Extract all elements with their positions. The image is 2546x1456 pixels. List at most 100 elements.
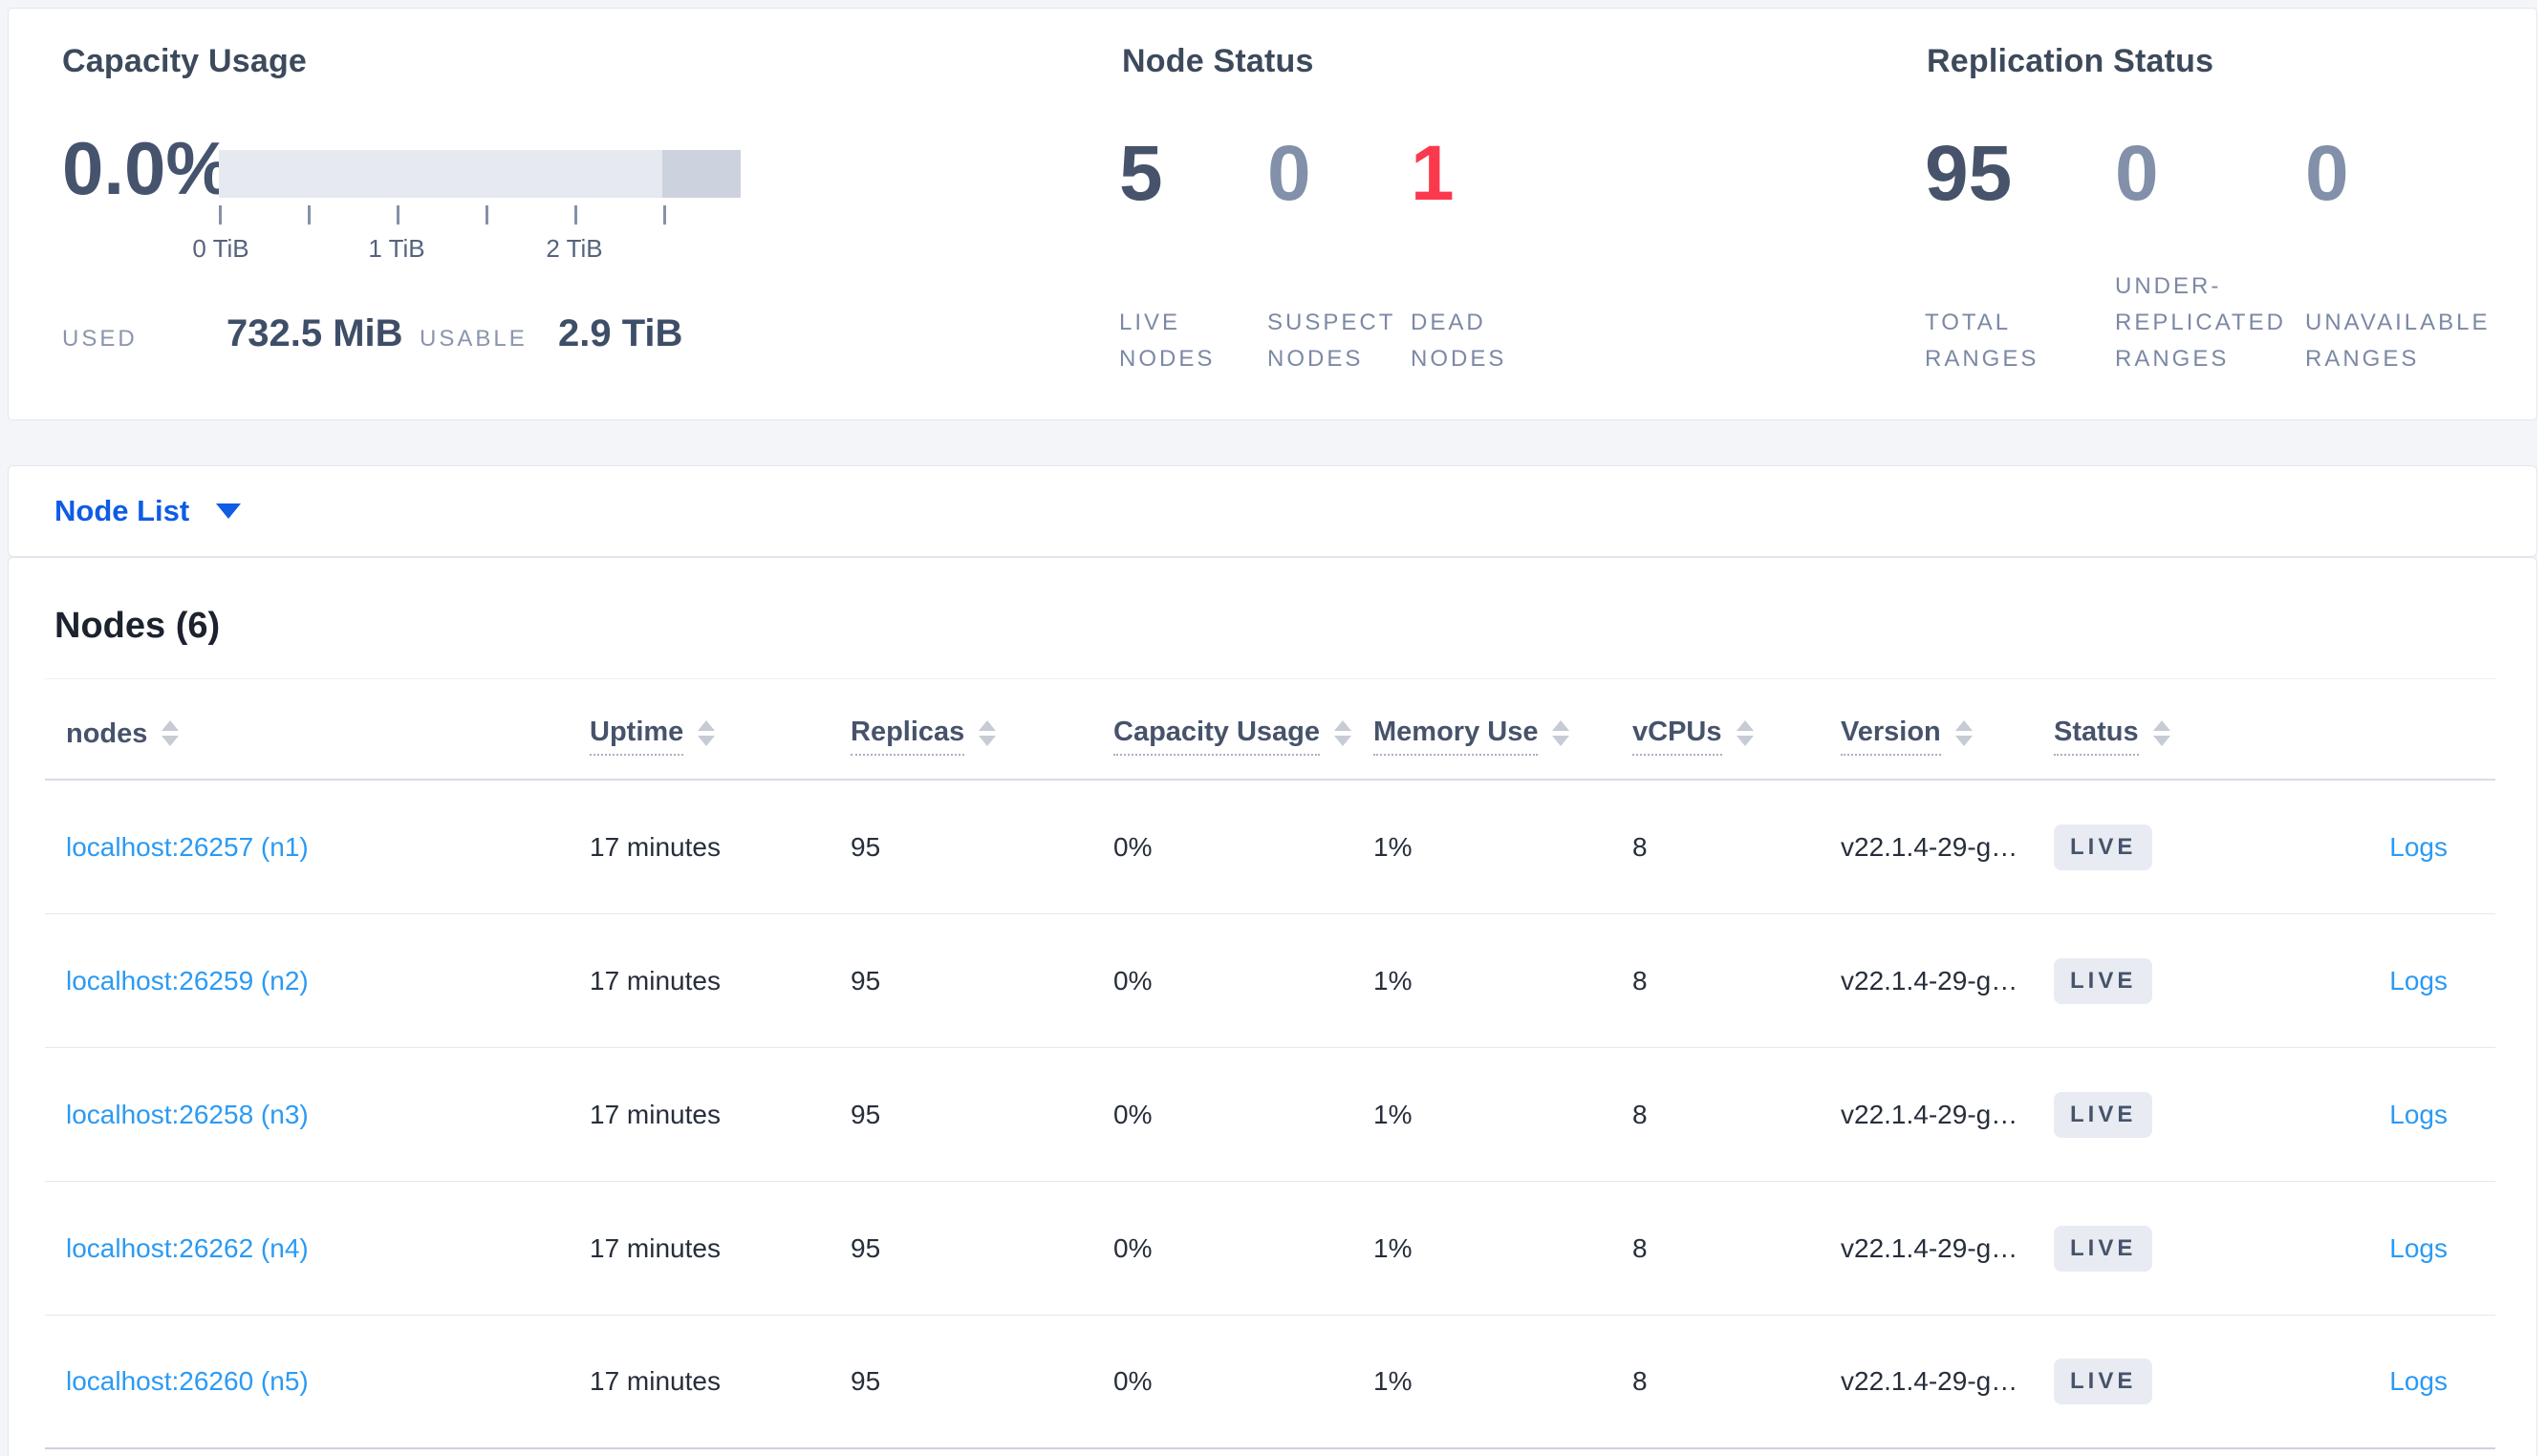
axis-tick-label: 0 TiB (192, 234, 249, 263)
uptime-cell: 17 minutes (590, 965, 721, 996)
column-header-uptime[interactable]: Uptime (590, 679, 851, 779)
scrollbar-gutter (2537, 0, 2546, 1456)
memory-use-cell: 1% (1373, 965, 1413, 996)
uptime-cell: 17 minutes (590, 831, 721, 862)
column-header-status[interactable]: Status (2054, 679, 2341, 779)
live-nodes-value: 5 (1119, 130, 1163, 217)
axis-tick (397, 205, 399, 225)
table-row: localhost:26259 (n2) 17 minutes 95 0% 1%… (45, 914, 2495, 1048)
column-header-version[interactable]: Version (1841, 679, 2054, 779)
node-link[interactable]: localhost:26259 (n2) (66, 966, 309, 996)
uptime-cell: 17 minutes (590, 1099, 721, 1129)
sort-icon (1954, 720, 1973, 746)
logs-link[interactable]: Logs (2389, 832, 2448, 863)
logs-link[interactable]: Logs (2389, 1100, 2448, 1130)
sort-icon (979, 720, 997, 746)
chevron-down-icon (216, 503, 242, 519)
node-link[interactable]: localhost:26257 (n1) (66, 832, 309, 863)
suspect-nodes-value: 0 (1267, 130, 1311, 217)
logs-link[interactable]: Logs (2389, 966, 2448, 996)
axis-tick (663, 205, 666, 225)
table-row: localhost:26260 (n5) 17 minutes 95 0% 1%… (45, 1316, 2495, 1449)
capacity-usage-cell: 0% (1113, 1232, 1153, 1263)
table-row: localhost:26262 (n4) 17 minutes 95 0% 1%… (45, 1182, 2495, 1316)
memory-use-cell: 1% (1373, 1366, 1413, 1396)
sort-icon (1334, 720, 1351, 746)
node-link[interactable]: localhost:26260 (n5) (66, 1366, 309, 1397)
status-badge: LIVE (2054, 824, 2153, 870)
column-header-logs-spacer (2341, 679, 2495, 779)
version-cell: v22.1.4-29-g… (1841, 831, 2018, 862)
total-ranges-stat: 95 TOTAL RANGES (1925, 9, 2078, 419)
under-replicated-label: UNDER-REPLICATED RANGES (2115, 273, 2286, 372)
node-list-dropdown[interactable]: Node List (54, 494, 242, 528)
memory-use-cell: 1% (1373, 1232, 1413, 1263)
replicas-cell: 95 (851, 831, 881, 862)
column-header-replicas[interactable]: Replicas (851, 679, 1113, 779)
capacity-usage-cell: 0% (1113, 831, 1153, 862)
axis-tick (574, 205, 577, 225)
nodes-panel: Nodes (6) nodes Uptime Replicas Capacity… (8, 557, 2537, 1456)
dead-nodes-value: 1 (1411, 130, 1455, 217)
unavailable-value: 0 (2305, 130, 2349, 217)
total-ranges-value: 95 (1925, 130, 2013, 217)
replicas-cell: 95 (851, 965, 881, 996)
column-header-nodes[interactable]: nodes (45, 679, 590, 779)
axis-tick (485, 205, 488, 225)
version-cell: v22.1.4-29-g… (1841, 965, 2018, 996)
node-list-dropdown-label: Node List (54, 494, 190, 527)
sort-icon (162, 720, 180, 746)
node-link[interactable]: localhost:26258 (n3) (66, 1100, 309, 1130)
axis-tick (219, 205, 222, 225)
sort-icon (1552, 720, 1570, 746)
column-header-memory-use[interactable]: Memory Use (1373, 679, 1632, 779)
capacity-usage-section: Capacity Usage 0.0% 0 TiB 1 TiB 2 TiB US… (54, 9, 838, 421)
axis-tick-label: 2 TiB (546, 234, 603, 263)
status-badge: LIVE (2054, 1225, 2153, 1272)
status-badge: LIVE (2054, 957, 2153, 1004)
node-link[interactable]: localhost:26262 (n4) (66, 1233, 309, 1264)
table-row: localhost:26258 (n3) 17 minutes 95 0% 1%… (45, 1048, 2495, 1182)
suspect-nodes-stat: 0 SUSPECT NODES (1267, 9, 1406, 419)
view-selector-bar: Node List (8, 465, 2537, 557)
capacity-usage-cell: 0% (1113, 965, 1153, 996)
capacity-usage-cell: 0% (1113, 1099, 1153, 1129)
memory-use-cell: 1% (1373, 1099, 1413, 1129)
axis-tick-label: 1 TiB (368, 234, 425, 263)
sort-icon (2152, 720, 2170, 746)
nodes-table: nodes Uptime Replicas Capacity Usage Mem… (45, 678, 2495, 1449)
unavailable-ranges-stat: 0 UNAVAILABLE RANGES (2305, 9, 2496, 419)
live-nodes-stat: 5 LIVE NODES (1119, 9, 1262, 419)
live-nodes-label: LIVE NODES (1119, 310, 1216, 372)
version-cell: v22.1.4-29-g… (1841, 1232, 2018, 1263)
dead-nodes-stat: 1 DEAD NODES (1411, 9, 1549, 419)
capacity-usage-cell: 0% (1113, 1366, 1153, 1396)
replicas-cell: 95 (851, 1366, 881, 1396)
usable-value: 2.9 TiB (558, 312, 683, 354)
vcpus-cell: 8 (1632, 831, 1648, 862)
version-cell: v22.1.4-29-g… (1841, 1099, 2018, 1129)
version-cell: v22.1.4-29-g… (1841, 1366, 2018, 1396)
table-row: localhost:26257 (n1) 17 minutes 95 0% 1%… (45, 781, 2495, 914)
status-badge: LIVE (2054, 1091, 2153, 1138)
column-header-capacity-usage[interactable]: Capacity Usage (1113, 679, 1373, 779)
sort-icon (1736, 720, 1754, 746)
capacity-usage-title: Capacity Usage (62, 43, 308, 79)
capacity-bar-nonusable-segment (662, 150, 741, 198)
used-value: 732.5 MiB (227, 312, 403, 354)
dead-nodes-label: DEAD NODES (1411, 310, 1507, 372)
uptime-cell: 17 minutes (590, 1232, 721, 1263)
suspect-nodes-label: SUSPECT NODES (1267, 310, 1395, 372)
capacity-usage-bar (219, 150, 741, 198)
status-badge: LIVE (2054, 1359, 2153, 1404)
logs-link[interactable]: Logs (2389, 1233, 2448, 1264)
vcpus-cell: 8 (1632, 1099, 1648, 1129)
cluster-summary-card: Capacity Usage 0.0% 0 TiB 1 TiB 2 TiB US… (8, 8, 2537, 420)
replicas-cell: 95 (851, 1232, 881, 1263)
unavailable-label: UNAVAILABLE RANGES (2305, 310, 2491, 372)
table-header-row: nodes Uptime Replicas Capacity Usage Mem… (45, 678, 2495, 781)
under-replicated-ranges-stat: 0 UNDER-REPLICATED RANGES (2115, 9, 2297, 419)
logs-link[interactable]: Logs (2389, 1366, 2448, 1397)
column-header-vcpus[interactable]: vCPUs (1632, 679, 1841, 779)
vcpus-cell: 8 (1632, 1232, 1648, 1263)
